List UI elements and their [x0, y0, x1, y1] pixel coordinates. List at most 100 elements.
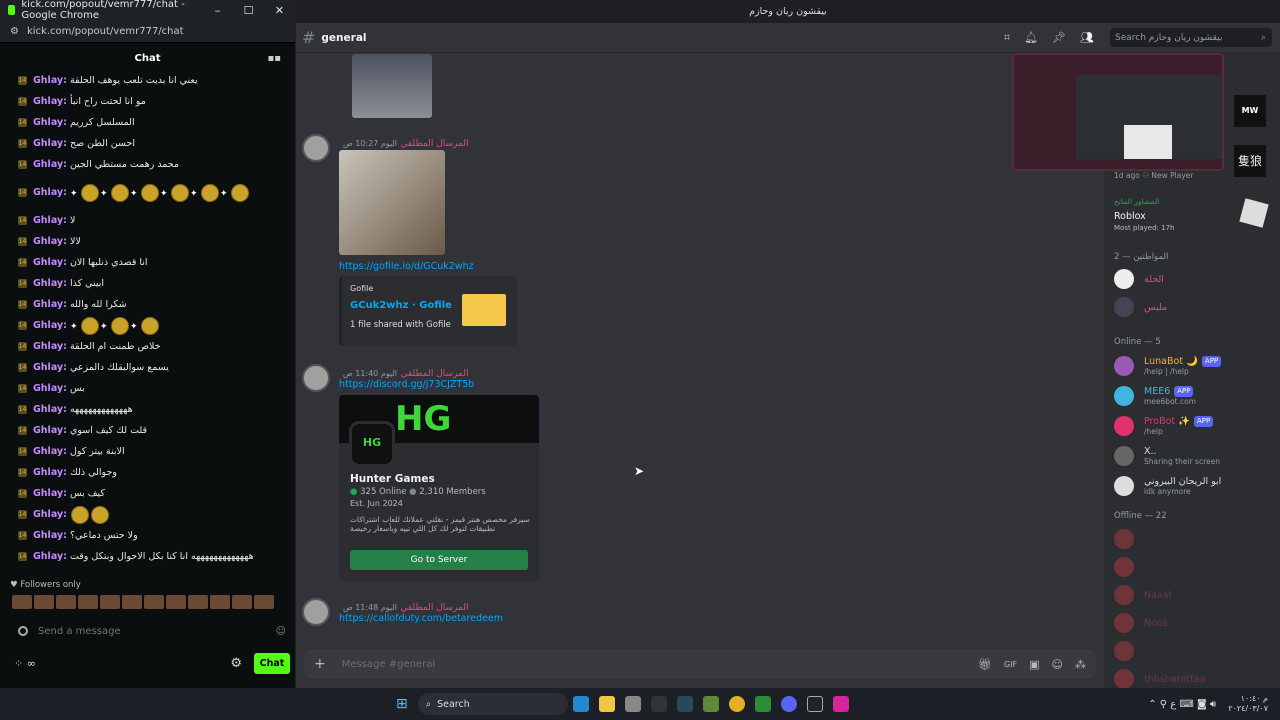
chat-username[interactable]: Ghlay: — [33, 488, 67, 500]
message-composer[interactable]: + Message #general 🎁︎ GIF ▣ ☺ ⁂ — [304, 650, 1096, 678]
chat-username[interactable]: Ghlay: — [33, 257, 67, 269]
settings-gear-icon[interactable]: ⚙ — [230, 656, 242, 671]
minecraft-icon[interactable] — [702, 696, 719, 712]
member-item[interactable]: Naaal — [1104, 581, 1280, 609]
instagram-icon[interactable] — [832, 696, 849, 712]
xbox-icon[interactable] — [754, 696, 771, 712]
sub-badge-icon: 14 — [18, 510, 27, 519]
go-to-server-button[interactable]: Go to Server — [350, 550, 528, 570]
search-input[interactable]: Search بيقشون ريان وحازم ⌕ — [1110, 28, 1272, 47]
chat-username[interactable]: Ghlay: — [33, 75, 67, 87]
sticker-icon[interactable]: ▣ — [1029, 658, 1039, 671]
notification-bell-icon[interactable]: 🔔︎ — [1024, 31, 1038, 44]
stream-preview[interactable] — [1012, 53, 1224, 171]
attach-plus-icon[interactable]: + — [314, 656, 326, 672]
user-list-icon[interactable]: ▪▪ — [267, 53, 281, 64]
member-item[interactable]: X.. Sharing their screen — [1104, 441, 1280, 471]
message-author[interactable]: المرسال المطلقي — [400, 603, 468, 613]
avatar[interactable] — [302, 134, 330, 162]
member-avatar — [1114, 476, 1134, 496]
member-item[interactable]: ابو الريحان البيروني idk anymore — [1104, 471, 1280, 501]
app-icon[interactable] — [650, 696, 667, 712]
points-icon[interactable]: ⁘ ∞ — [14, 657, 36, 670]
tray-icons[interactable]: ⌃ ⚲ ع ⌨ ◙ 🔊︎ — [1148, 699, 1216, 710]
roblox-activity[interactable]: المشاور الماتح Roblox Most played: 17h — [1108, 193, 1276, 235]
emote-picker-icon[interactable] — [18, 626, 28, 636]
image-attachment-top[interactable] — [352, 54, 432, 118]
chat-username[interactable]: Ghlay: — [33, 509, 67, 521]
chat-bottom-bar: ⁘ ∞ ⚙ Chat — [14, 652, 290, 674]
chat-username[interactable]: Ghlay: — [33, 551, 67, 563]
edge-icon[interactable] — [572, 696, 589, 712]
chat-username[interactable]: Ghlay: — [33, 530, 67, 542]
chat-username[interactable]: Ghlay: — [33, 278, 67, 290]
image-attachment[interactable] — [339, 150, 445, 255]
gif-icon[interactable]: GIF — [1004, 660, 1017, 669]
close-button[interactable]: ✕ — [264, 4, 295, 17]
minimize-button[interactable]: – — [202, 4, 233, 17]
epic-icon[interactable] — [806, 696, 823, 712]
taskbar-search[interactable]: ⌕ Search — [417, 693, 568, 715]
discord-icon[interactable] — [780, 696, 797, 712]
chat-username[interactable]: Ghlay: — [33, 446, 67, 458]
maximize-button[interactable]: ☐ — [233, 4, 264, 17]
chat-username[interactable]: Ghlay: — [33, 215, 67, 227]
member-item[interactable]: Noos — [1104, 609, 1280, 637]
chat-username[interactable]: Ghlay: — [33, 425, 67, 437]
member-item[interactable] — [1104, 525, 1280, 553]
apps-icon[interactable]: ⁂ — [1075, 658, 1086, 671]
compose-placeholder[interactable]: Message #general — [342, 659, 435, 670]
chat-username[interactable]: Ghlay: — [33, 117, 67, 129]
sub-badge-icon: 14 — [18, 447, 27, 456]
pin-icon[interactable]: 📌︎ — [1052, 31, 1066, 44]
emoji-icon[interactable]: ☺ — [276, 626, 286, 637]
chat-username[interactable]: Ghlay: — [33, 320, 67, 332]
chat-username[interactable]: Ghlay: — [33, 299, 67, 311]
chrome-icon[interactable] — [728, 696, 745, 712]
callofduty-link[interactable]: https://callofduty.com/betaredeem — [339, 613, 503, 624]
discord-invite-link[interactable]: https://discord.gg/j73CJZT5b — [339, 379, 474, 390]
chat-username[interactable]: Ghlay: — [33, 404, 67, 416]
embed-title[interactable]: GCuk2whz · Gofile — [350, 300, 452, 311]
chat-username[interactable]: Ghlay: — [33, 341, 67, 353]
member-item[interactable]: ProBot ✨ APP/help — [1104, 411, 1280, 441]
sub-badge-icon: 14 — [18, 76, 27, 85]
sub-badge-icon: 14 — [18, 258, 27, 267]
steam-icon[interactable] — [676, 696, 693, 712]
member-item[interactable]: الحلة — [1104, 265, 1280, 293]
gofile-link[interactable]: https://gofile.io/d/GCuk2whz — [339, 261, 474, 272]
member-name: Naaal — [1144, 589, 1172, 601]
member-item[interactable]: MEE6 APP mee6bot.com — [1104, 381, 1280, 411]
threads-icon[interactable]: ⌗ — [1004, 31, 1010, 45]
chat-username[interactable]: Ghlay: — [33, 96, 67, 108]
chat-username[interactable]: Ghlay: — [33, 187, 67, 199]
emoji-icon[interactable]: ☺ — [1052, 658, 1063, 671]
gift-icon[interactable]: 🎁︎ — [978, 658, 992, 671]
explorer-icon[interactable] — [598, 696, 615, 712]
chat-username[interactable]: Ghlay: — [33, 159, 67, 171]
member-item[interactable] — [1104, 553, 1280, 581]
chat-username[interactable]: Ghlay: — [33, 362, 67, 374]
address-bar[interactable]: ⚙ kick.com/popout/vemr777/chat — [0, 20, 295, 43]
send-message-box[interactable]: ☺ — [18, 621, 286, 641]
chat-username[interactable]: Ghlay: — [33, 467, 67, 479]
message-author[interactable]: المرسال المطلقي — [400, 139, 468, 149]
clock[interactable]: م ١٠:٤٠ ٢٠٢٤/٠٣/٠٧ — [1228, 694, 1268, 714]
send-message-input[interactable] — [38, 625, 276, 637]
chat-username[interactable]: Ghlay: — [33, 138, 67, 150]
emote-row[interactable] — [12, 595, 274, 609]
message-author[interactable]: المرسال المطلقي — [400, 369, 468, 379]
start-icon[interactable]: ⊞ — [396, 696, 408, 712]
site-info-icon[interactable]: ⚙ — [10, 26, 19, 37]
member-item[interactable]: ملبس — [1104, 293, 1280, 321]
store-icon[interactable] — [624, 696, 641, 712]
avatar[interactable] — [302, 598, 330, 626]
chat-username[interactable]: Ghlay: — [33, 236, 67, 248]
member-list-icon[interactable]: 👥︎ — [1080, 31, 1094, 44]
chat-send-button[interactable]: Chat — [254, 652, 290, 674]
member-status: idk anymore — [1144, 487, 1191, 496]
chat-username[interactable]: Ghlay: — [33, 383, 67, 395]
avatar[interactable] — [302, 364, 330, 392]
member-item[interactable]: LunaBot 🌙 APP/help | /help — [1104, 351, 1280, 381]
member-item[interactable] — [1104, 637, 1280, 665]
